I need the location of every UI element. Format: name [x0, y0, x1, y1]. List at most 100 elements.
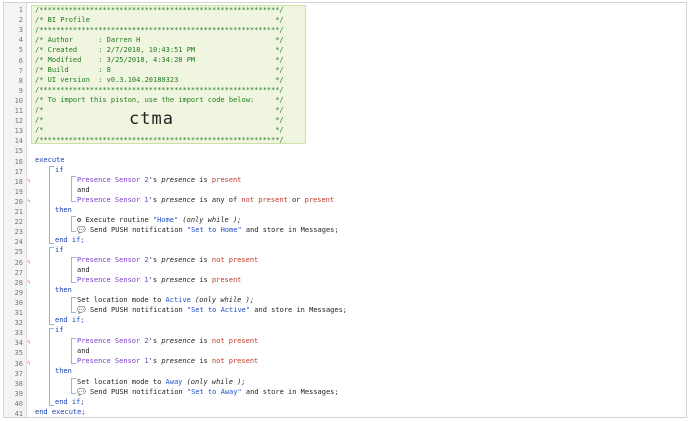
- value-text: not present: [211, 337, 259, 345]
- action-text: Send PUSH notification: [89, 306, 187, 314]
- condition-statement[interactable]: Presence Sensor 1's presence is not pres…: [77, 356, 258, 366]
- line-number: 19: [14, 187, 23, 196]
- value-text: not present: [211, 256, 259, 264]
- line-number: 32: [14, 319, 23, 328]
- line-number: 31: [14, 309, 23, 317]
- line-number: 40: [14, 399, 23, 408]
- condition-statement[interactable]: Presence Sensor 2's presence is present: [77, 175, 241, 185]
- lightning-bolt-icon: ϟ: [27, 339, 31, 347]
- action-text: Send PUSH notification: [89, 388, 187, 396]
- message-text: "Set to Home": [186, 226, 242, 234]
- message-bubble-icon: 💬: [77, 306, 86, 314]
- line-number-gutter: 1 2 3 4 5 6 7 8 9 10 11 12 13 14 15 16 17 18 19 20 21 22 23 24 2…: [4, 3, 27, 417]
- operator-text: is: [195, 176, 212, 184]
- line-number: 30: [14, 298, 23, 307]
- lightning-bolt-icon: ϟ: [27, 278, 31, 286]
- message-text: "Set to Active": [186, 306, 251, 314]
- possessive-text: 's: [148, 196, 162, 204]
- possessive-text: 's: [148, 276, 162, 284]
- device-name: Presence Sensor 1: [77, 357, 149, 365]
- mode-name: Active: [165, 296, 191, 304]
- action-statement[interactable]: 💬 Send PUSH notification "Set to Away" a…: [77, 387, 339, 397]
- message-text: "Set to Away": [186, 388, 242, 396]
- or-text: or: [287, 196, 305, 204]
- and-keyword[interactable]: and: [77, 265, 90, 275]
- only-while-text: (only while );: [195, 296, 255, 304]
- then-keyword[interactable]: then: [55, 205, 72, 215]
- store-suffix: and store in Messages;: [250, 306, 348, 314]
- then-keyword[interactable]: then: [55, 366, 72, 376]
- line-number: 6: [18, 56, 23, 65]
- mode-name: Away: [165, 378, 183, 386]
- condition-statement[interactable]: Presence Sensor 1's presence is any of n…: [77, 195, 334, 205]
- if-keyword[interactable]: if: [55, 325, 63, 335]
- action-text: Execute routine: [85, 216, 153, 224]
- line-number: 16: [14, 157, 23, 166]
- condition-group-bracket: [71, 176, 76, 202]
- line-number: 39: [14, 389, 23, 398]
- line-number: 7: [18, 66, 23, 75]
- line-number: 25: [14, 248, 23, 257]
- end-if-keyword[interactable]: end if;: [55, 235, 85, 245]
- if-keyword[interactable]: if: [55, 165, 63, 175]
- line-number: 4: [18, 36, 23, 45]
- execute-keyword[interactable]: execute: [35, 155, 65, 165]
- line-number: 35: [14, 349, 23, 358]
- device-name: Presence Sensor 2: [77, 256, 149, 264]
- condition-statement[interactable]: Presence Sensor 2's presence is not pres…: [77, 336, 258, 346]
- piston-code-editor: 1 2 3 4 5 6 7 8 9 10 11 12 13 14 15 16 17 18 19 20 21 22 23 24 2…: [3, 2, 687, 418]
- value-text: not present: [211, 357, 259, 365]
- operator-text: is: [195, 357, 212, 365]
- author-comment: /* Author : Darren H */: [35, 36, 284, 44]
- import-code[interactable]: ctma: [129, 109, 174, 129]
- if-keyword[interactable]: if: [55, 245, 63, 255]
- and-keyword[interactable]: and: [77, 346, 90, 356]
- action-statement[interactable]: 💬 Send PUSH notification "Set to Active"…: [77, 305, 347, 315]
- action-group-bracket: [71, 297, 76, 313]
- condition-statement[interactable]: Presence Sensor 2's presence is not pres…: [77, 255, 258, 265]
- line-number: 18: [14, 177, 23, 186]
- line-number: 2: [18, 16, 23, 25]
- value-text: present: [211, 176, 242, 184]
- possessive-text: 's: [148, 337, 162, 345]
- end-if-keyword[interactable]: end if;: [55, 315, 85, 325]
- device-name: Presence Sensor 1: [77, 196, 149, 204]
- action-statement[interactable]: ⚙ Execute routine "Home" (only while );: [77, 215, 241, 225]
- attribute-name: presence: [161, 357, 196, 365]
- action-group-bracket: [71, 378, 76, 394]
- store-suffix: and store in Messages;: [241, 226, 339, 234]
- end-if-keyword[interactable]: end if;: [55, 397, 85, 407]
- line-number: 22: [14, 218, 23, 227]
- line-number: 13: [14, 127, 23, 136]
- action-text: Set location mode to: [77, 378, 166, 386]
- only-while-text: (only while );: [182, 216, 242, 224]
- comment-border: /***************************************…: [35, 86, 284, 94]
- action-statement[interactable]: 💬 Send PUSH notification "Set to Home" a…: [77, 225, 339, 235]
- line-number: 29: [14, 288, 23, 297]
- line-number: 5: [18, 46, 23, 55]
- and-keyword[interactable]: and: [77, 185, 90, 195]
- end-execute-keyword[interactable]: end execute;: [35, 407, 86, 417]
- action-statement[interactable]: Set location mode to Active (only while …: [77, 295, 254, 305]
- then-keyword[interactable]: then: [55, 285, 72, 295]
- possessive-text: 's: [148, 357, 162, 365]
- possessive-text: 's: [148, 176, 162, 184]
- device-name: Presence Sensor 1: [77, 276, 149, 284]
- line-number: 20: [14, 197, 23, 206]
- ui-version-comment: /* UI version : v0.3.104.20180323 */: [35, 76, 284, 84]
- piston-title-comment: /* BI Profile */: [35, 16, 284, 24]
- line-number: 9: [18, 86, 23, 95]
- line-number: 1: [18, 6, 23, 14]
- comment-border-bottom: /***************************************…: [35, 136, 284, 144]
- store-suffix: and store in Messages;: [241, 388, 339, 396]
- line-number: 41: [14, 410, 23, 418]
- line-number: 11: [14, 107, 23, 115]
- action-statement[interactable]: Set location mode to Away (only while );: [77, 377, 246, 387]
- operator-text: is: [195, 256, 212, 264]
- line-number: 23: [14, 228, 23, 237]
- attribute-name: presence: [161, 337, 196, 345]
- action-text: Set location mode to: [77, 296, 166, 304]
- line-number: 21: [14, 208, 23, 216]
- condition-statement[interactable]: Presence Sensor 1's presence is present: [77, 275, 241, 285]
- if-block-bracket: [49, 166, 54, 244]
